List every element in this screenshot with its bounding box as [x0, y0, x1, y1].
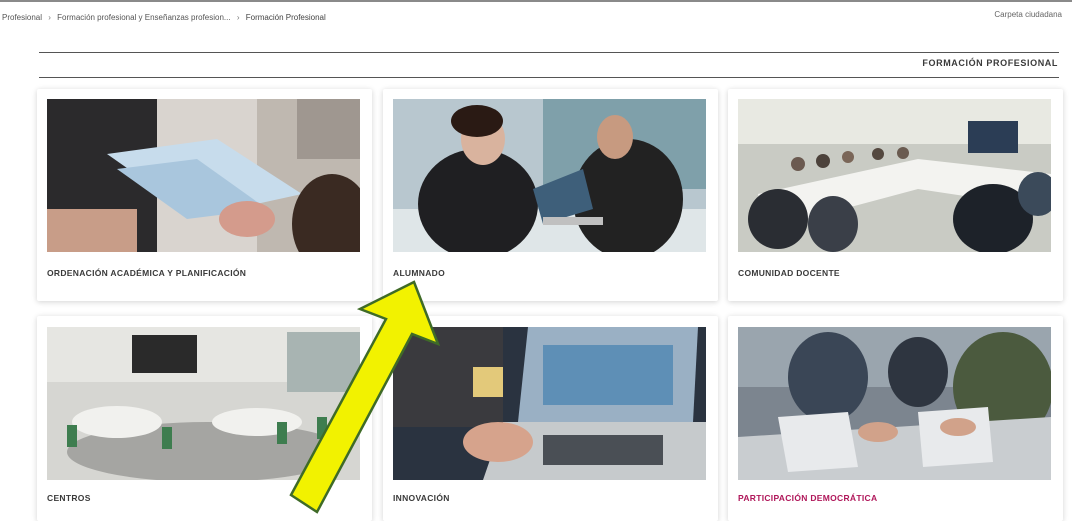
card-innovacion[interactable]: INNOVACIÓN	[383, 316, 718, 521]
breadcrumb: Profesional › Formación profesional y En…	[2, 13, 326, 22]
teachers-meeting-photo	[738, 99, 1051, 252]
card-comunidad-docente[interactable]: COMUNIDAD DOCENTE	[728, 89, 1063, 301]
card-label: INNOVACIÓN	[393, 493, 450, 503]
breadcrumb-item-current: Formación Profesional	[245, 13, 326, 22]
breadcrumb-item-profesional[interactable]: Profesional	[2, 13, 42, 22]
top-divider	[0, 0, 1072, 2]
classroom-photo	[47, 327, 360, 480]
card-label: ORDENACIÓN ACADÉMICA Y PLANIFICACIÓN	[47, 268, 247, 278]
card-label: COMUNIDAD DOCENTE	[738, 268, 840, 278]
carpeta-ciudadana-link[interactable]: Carpeta ciudadana	[994, 10, 1062, 19]
voting-photo	[738, 327, 1051, 480]
section-bottom-rule	[39, 77, 1059, 78]
breadcrumb-separator: ›	[48, 13, 51, 22]
documents-handoff-photo	[47, 99, 360, 252]
card-label: ALUMNADO	[393, 268, 445, 278]
breadcrumb-separator: ›	[236, 13, 240, 22]
card-label: PARTICIPACIÓN DEMOCRÁTICA	[738, 493, 878, 503]
students-laptop-photo	[393, 99, 706, 252]
laptop-typing-photo	[393, 327, 706, 480]
section-title: FORMACIÓN PROFESIONAL	[922, 58, 1058, 68]
card-label: CENTROS	[47, 493, 91, 503]
card-participacion-democratica[interactable]: PARTICIPACIÓN DEMOCRÁTICA	[728, 316, 1063, 521]
section-top-rule	[39, 52, 1059, 53]
card-ordenacion-academica[interactable]: ORDENACIÓN ACADÉMICA Y PLANIFICACIÓN	[37, 89, 372, 301]
card-centros[interactable]: CENTROS	[37, 316, 372, 521]
card-alumnado[interactable]: ALUMNADO	[383, 89, 718, 301]
breadcrumb-item-fp-ensenanzas[interactable]: Formación profesional y Enseñanzas profe…	[57, 13, 230, 22]
